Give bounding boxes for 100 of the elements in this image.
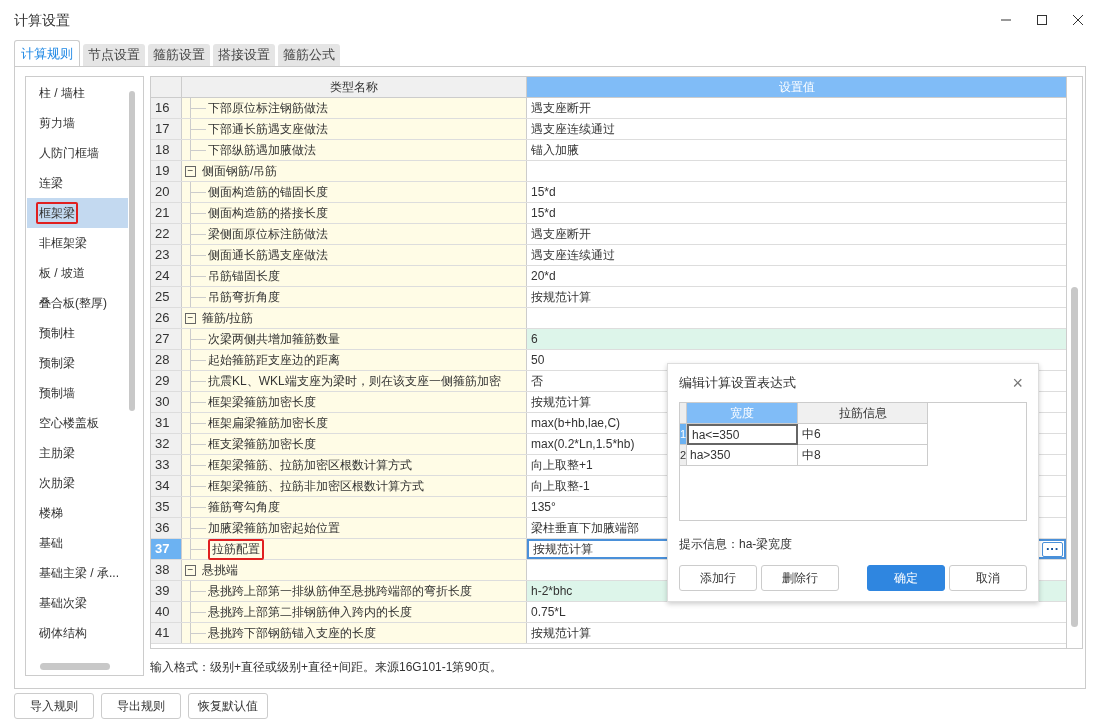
- scrollbar[interactable]: [129, 91, 135, 411]
- collapse-toggle[interactable]: −: [185, 564, 196, 576]
- close-icon[interactable]: [1072, 14, 1084, 26]
- row-number: 21: [151, 203, 182, 223]
- row-number: 18: [151, 140, 182, 160]
- maximize-icon[interactable]: [1036, 14, 1048, 26]
- setting-name: 框架梁箍筋加密长度: [208, 394, 316, 411]
- row-number: 30: [151, 392, 182, 412]
- column-header[interactable]: 拉筋信息: [798, 403, 928, 424]
- row-number: 22: [151, 224, 182, 244]
- dialog-button[interactable]: 添加行: [679, 565, 757, 591]
- hint-text: 提示信息：ha-梁宽度: [679, 536, 794, 553]
- row-number: 40: [151, 602, 182, 622]
- sidebar-item[interactable]: 连梁: [27, 168, 128, 198]
- setting-value[interactable]: 15*d: [527, 182, 1066, 202]
- setting-name: 框架扁梁箍筋加密长度: [208, 415, 328, 432]
- row-number: 25: [151, 287, 182, 307]
- row-number: 20: [151, 182, 182, 202]
- setting-value[interactable]: 0.75*L: [527, 602, 1066, 622]
- setting-value[interactable]: 6: [527, 329, 1066, 349]
- close-button[interactable]: ×: [1012, 369, 1023, 397]
- dialog-button[interactable]: 确定: [867, 565, 945, 591]
- setting-name: 抗震KL、WKL端支座为梁时，则在该支座一侧箍筋加密: [208, 373, 501, 390]
- row-number: 38: [151, 560, 182, 580]
- table-cell[interactable]: ha>350: [687, 445, 798, 466]
- row-number: 34: [151, 476, 182, 496]
- row-number: 23: [151, 245, 182, 265]
- sidebar-item[interactable]: 框架梁: [27, 198, 128, 228]
- sidebar-item[interactable]: 叠合板(整厚): [27, 288, 128, 318]
- tab[interactable]: 箍筋公式: [278, 44, 340, 66]
- row-number: 2: [680, 445, 687, 466]
- sidebar-item[interactable]: 砌体结构: [27, 618, 128, 648]
- sidebar-item[interactable]: 空心楼盖板: [27, 408, 128, 438]
- sidebar-item[interactable]: 预制梁: [27, 348, 128, 378]
- footer-button[interactable]: 导入规则: [14, 693, 94, 719]
- setting-value[interactable]: 20*d: [527, 266, 1066, 286]
- setting-name: 拉筋配置: [208, 538, 264, 560]
- edit-button[interactable]: ···: [1042, 541, 1063, 557]
- setting-name: 起始箍筋距支座边的距离: [208, 352, 340, 369]
- row-number: 29: [151, 371, 182, 391]
- setting-name: 悬挑跨上部第二排钢筋伸入跨内的长度: [208, 604, 412, 621]
- scrollbar[interactable]: [40, 663, 110, 670]
- row-number: 27: [151, 329, 182, 349]
- setting-value[interactable]: 按规范计算: [527, 287, 1066, 307]
- sidebar-item[interactable]: 预制墙: [27, 378, 128, 408]
- collapse-toggle[interactable]: −: [185, 165, 196, 177]
- sidebar-item[interactable]: 次肋梁: [27, 468, 128, 498]
- row-number: 28: [151, 350, 182, 370]
- sidebar-item[interactable]: 剪力墙: [27, 108, 128, 138]
- footer-button[interactable]: 恢复默认值: [188, 693, 268, 719]
- row-number: 37: [151, 539, 182, 559]
- sidebar-item[interactable]: 人防门框墙: [27, 138, 128, 168]
- row-number: 26: [151, 308, 182, 328]
- setting-name: 悬挑跨下部钢筋锚入支座的长度: [208, 625, 376, 642]
- setting-name: 加腋梁箍筋加密起始位置: [208, 520, 340, 537]
- column-header[interactable]: 类型名称: [182, 77, 527, 97]
- dialog-title: 编辑计算设置表达式: [679, 374, 796, 393]
- setting-value[interactable]: 遇支座连续通过: [527, 245, 1066, 265]
- setting-name: 下部通长筋遇支座做法: [208, 121, 328, 138]
- sidebar-item[interactable]: 柱 / 墙柱: [27, 78, 128, 108]
- table-cell[interactable]: 中6: [798, 424, 928, 445]
- setting-name: 框架梁箍筋、拉筋加密区根数计算方式: [208, 457, 412, 474]
- setting-value[interactable]: 15*d: [527, 203, 1066, 223]
- window-title: 计算设置: [14, 10, 70, 30]
- row-number: 41: [151, 623, 182, 643]
- setting-name: 箍筋弯勾角度: [208, 499, 280, 516]
- collapse-toggle[interactable]: −: [185, 312, 196, 324]
- row-number: 17: [151, 119, 182, 139]
- sidebar-item[interactable]: 基础次梁: [27, 588, 128, 618]
- setting-value[interactable]: 遇支座断开: [527, 98, 1066, 118]
- sidebar-item[interactable]: 板 / 坡道: [27, 258, 128, 288]
- sidebar-item[interactable]: 非框架梁: [27, 228, 128, 258]
- row-number: 1: [680, 424, 687, 445]
- sidebar-item[interactable]: 主肋梁: [27, 438, 128, 468]
- group-label: 侧面钢筋/吊筋: [202, 163, 278, 180]
- table-cell[interactable]: 中8: [798, 445, 928, 466]
- input-hint: 输入格式：级别+直径或级别+直径+间距。来源16G101-1第90页。: [150, 659, 503, 676]
- setting-value[interactable]: 锚入加腋: [527, 140, 1066, 160]
- tab[interactable]: 节点设置: [83, 44, 145, 66]
- table-cell[interactable]: ha<=350: [687, 424, 798, 445]
- dialog-button[interactable]: 取消: [949, 565, 1027, 591]
- scrollbar[interactable]: [1071, 287, 1078, 627]
- tab[interactable]: 搭接设置: [213, 44, 275, 66]
- footer-button[interactable]: 导出规则: [101, 693, 181, 719]
- setting-value[interactable]: 遇支座断开: [527, 224, 1066, 244]
- setting-name: 框支梁箍筋加密长度: [208, 436, 316, 453]
- setting-name: 悬挑跨上部第一排纵筋伸至悬挑跨端部的弯折长度: [208, 583, 472, 600]
- setting-value[interactable]: 按规范计算: [527, 623, 1066, 643]
- row-number: 32: [151, 434, 182, 454]
- tab[interactable]: 箍筋设置: [148, 44, 210, 66]
- row-number: 16: [151, 98, 182, 118]
- sidebar-item[interactable]: 预制柱: [27, 318, 128, 348]
- setting-name: 下部纵筋遇加腋做法: [208, 142, 316, 159]
- sidebar-item[interactable]: 基础: [27, 528, 128, 558]
- tab[interactable]: 计算规则: [14, 40, 80, 66]
- setting-name: 侧面通长筋遇支座做法: [208, 247, 328, 264]
- dialog-button[interactable]: 删除行: [761, 565, 839, 591]
- setting-value[interactable]: 遇支座连续通过: [527, 119, 1066, 139]
- sidebar-item[interactable]: 楼梯: [27, 498, 128, 528]
- sidebar-item[interactable]: 基础主梁 / 承...: [27, 558, 128, 588]
